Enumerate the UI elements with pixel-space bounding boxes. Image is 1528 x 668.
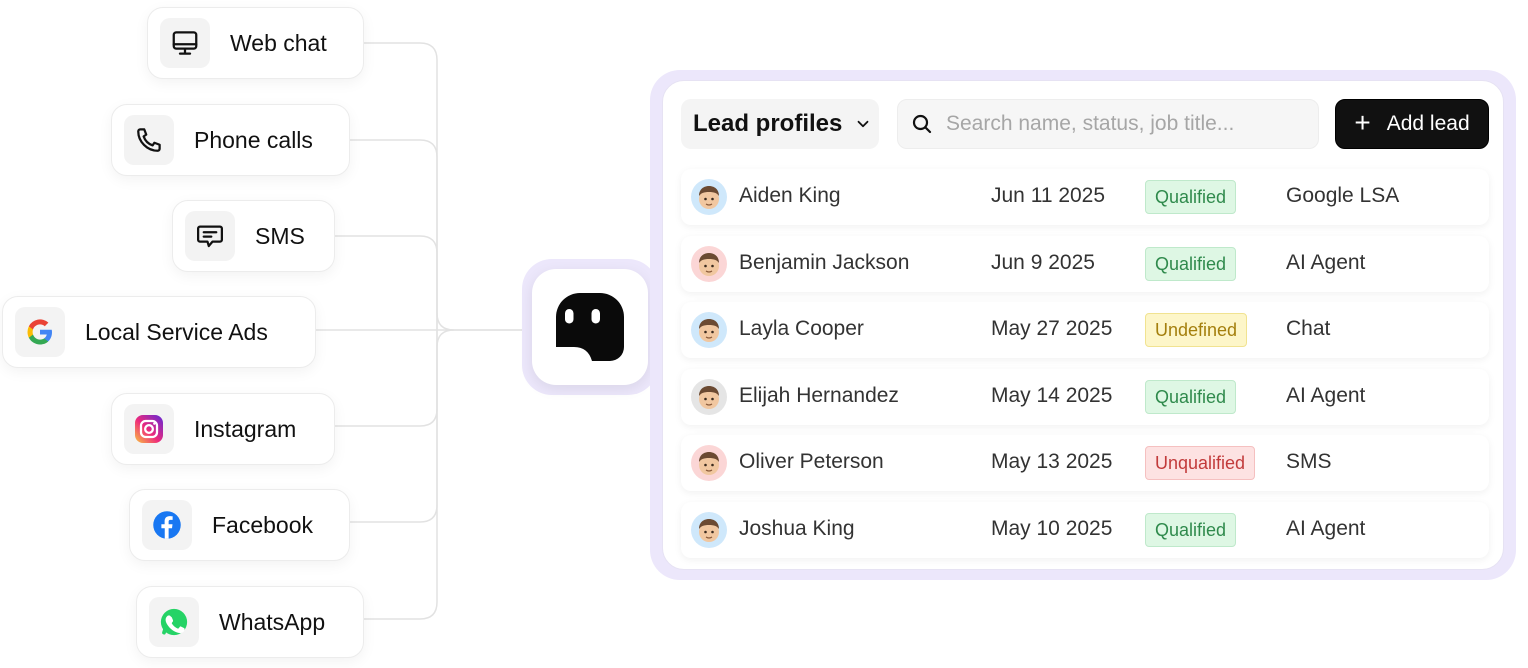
lead-row[interactable]: Benjamin Jackson Jun 9 2025 Qualified AI Ag…	[681, 235, 1489, 292]
dropdown-label: Lead profiles	[693, 110, 843, 137]
lead-row[interactable]: Joshua King May 10 2025 Qualified AI Agent	[681, 501, 1489, 558]
lead-source: Chat	[1286, 317, 1331, 340]
avatar	[691, 511, 727, 548]
lead-name: Layla Cooper	[739, 317, 864, 340]
add-lead-label: Add lead	[1386, 112, 1470, 135]
channel-label: Facebook	[212, 511, 314, 538]
lead-source: AI Agent	[1286, 516, 1366, 540]
lead-name: Benjamin Jackson	[739, 250, 910, 274]
search-icon	[910, 112, 934, 136]
whatsapp-icon	[149, 597, 199, 647]
status-badge: Qualified	[1145, 379, 1237, 414]
add-lead-button[interactable]: + Add lead	[1335, 99, 1489, 149]
channel-label: Phone calls	[194, 126, 313, 153]
lead-name: Oliver Peterson	[739, 450, 884, 473]
message-icon	[185, 211, 235, 261]
avatar	[691, 445, 727, 481]
avatar	[691, 179, 727, 215]
status-badge: Qualified	[1145, 180, 1237, 214]
lead-date: May 13 2025	[991, 450, 1113, 473]
lead-profiles-dropdown[interactable]: Lead profiles	[681, 99, 879, 149]
lead-row[interactable]: Layla Cooper May 27 2025 Undefined Chat	[681, 302, 1489, 358]
channel-label: SMS	[255, 222, 305, 249]
status-badge: Qualified	[1145, 246, 1237, 281]
channel-sms[interactable]: SMS	[172, 200, 335, 272]
lead-name: Elijah Hernandez	[739, 383, 899, 407]
avatar	[691, 245, 727, 282]
lead-name: Aiden King	[739, 184, 841, 207]
lead-date: Jun 9 2025	[991, 250, 1095, 274]
lead-panel: Lead profiles + Add lead Aiden King Jun 1…	[662, 80, 1504, 570]
chevron-down-icon	[854, 115, 872, 133]
instagram-icon	[124, 404, 174, 454]
lead-date: May 14 2025	[991, 383, 1113, 407]
lead-row[interactable]: Oliver Peterson May 13 2025 Unqualified SMS	[681, 435, 1489, 491]
channel-phone-calls[interactable]: Phone calls	[111, 104, 350, 176]
plus-icon: +	[1354, 106, 1371, 138]
google-icon	[15, 307, 65, 357]
hub-container	[522, 259, 658, 395]
phone-icon	[124, 115, 174, 165]
lead-row[interactable]: Aiden King Jun 11 2025 Qualified Google LSA	[681, 169, 1489, 225]
search-box[interactable]	[897, 99, 1319, 149]
avatar	[691, 312, 727, 348]
lead-date: May 10 2025	[991, 516, 1113, 540]
channel-instagram[interactable]: Instagram	[111, 393, 335, 465]
channel-facebook[interactable]: Facebook	[129, 489, 350, 561]
lead-source: AI Agent	[1286, 383, 1366, 407]
lead-source: SMS	[1286, 450, 1332, 473]
status-badge: Undefined	[1145, 313, 1248, 347]
channel-label: WhatsApp	[219, 608, 326, 635]
channel-local-service-ads[interactable]: Local Service Ads	[2, 296, 316, 368]
channel-label: Local Service Ads	[85, 318, 268, 345]
channel-web-chat[interactable]: Web chat	[147, 7, 364, 79]
lead-source: AI Agent	[1286, 250, 1366, 274]
facebook-icon	[142, 500, 192, 550]
channel-label: Web chat	[230, 29, 327, 56]
lead-date: May 27 2025	[991, 317, 1113, 340]
channel-whatsapp[interactable]: WhatsApp	[136, 586, 364, 658]
avatar	[691, 378, 727, 415]
lead-name: Joshua King	[739, 516, 855, 540]
channel-label: Instagram	[194, 415, 297, 442]
app-logo-icon	[556, 293, 624, 361]
search-input[interactable]	[946, 112, 1306, 136]
hub-logo[interactable]	[532, 269, 648, 385]
lead-date: Jun 11 2025	[991, 184, 1106, 207]
lead-source: Google LSA	[1286, 184, 1400, 207]
status-badge: Qualified	[1145, 512, 1237, 547]
lead-row[interactable]: Elijah Hernandez May 14 2025 Qualified AI A…	[681, 368, 1489, 425]
monitor-icon	[160, 18, 210, 68]
lead-panel-frame: Lead profiles + Add lead Aiden King Jun 1…	[650, 70, 1516, 580]
status-badge: Unqualified	[1145, 446, 1256, 480]
